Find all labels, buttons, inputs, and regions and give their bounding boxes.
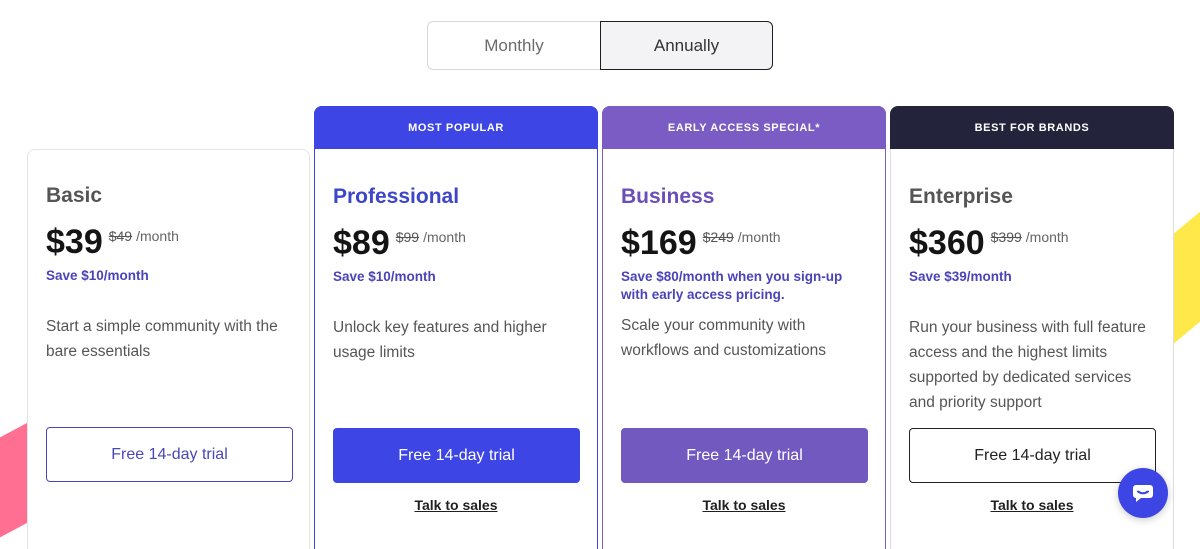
plan-name: Basic (46, 184, 103, 207)
free-trial-button[interactable]: Free 14-day trial (46, 427, 293, 482)
free-trial-button[interactable]: Free 14-day trial (333, 428, 580, 483)
plan-card-business: EARLY ACCESS SPECIAL* Business $169 $249… (602, 106, 886, 549)
free-trial-button[interactable]: Free 14-day trial (909, 428, 1156, 483)
savings-text: Save $10/month (333, 269, 436, 284)
free-trial-button[interactable]: Free 14-day trial (621, 428, 868, 483)
plan-description: Scale your community with workflows and … (621, 317, 827, 359)
savings-text: Save $80/month when you sign-up with ear… (621, 269, 843, 302)
savings-text: Save $39/month (909, 269, 1012, 284)
plan-price: $89 (333, 224, 390, 262)
decorative-yellow-shape (1172, 184, 1200, 346)
price-period: /month (423, 229, 466, 245)
plan-ribbon: BEST FOR BRANDS (890, 106, 1174, 149)
decorative-pink-shape (0, 421, 30, 549)
billing-toggle: Monthly Annually (427, 21, 773, 70)
plan-old-price: $399 (990, 229, 1022, 245)
plan-description: Start a simple community with the bare e… (46, 318, 278, 360)
price-row: $169 $249 /month (621, 224, 867, 264)
price-period: /month (136, 228, 179, 244)
plan-ribbon: MOST POPULAR (314, 106, 598, 149)
price-row: $360 $399 /month (909, 224, 1155, 264)
price-row: $89 $99 /month (333, 224, 579, 264)
annually-toggle-button[interactable]: Annually (600, 21, 773, 70)
plan-description: Run your business with full feature acce… (909, 319, 1146, 411)
plan-old-price: $99 (395, 229, 420, 245)
price-period: /month (1025, 229, 1069, 245)
plan-card-basic: Basic $39 $49 /month Save $10/month Star… (27, 149, 310, 549)
plan-description: Unlock key features and higher usage lim… (333, 319, 547, 361)
plan-old-price: $249 (702, 229, 734, 245)
plan-price: $169 (621, 224, 697, 262)
price-row: $39 $49 /month (46, 223, 291, 263)
monthly-toggle-button[interactable]: Monthly (427, 21, 600, 70)
plan-ribbon: EARLY ACCESS SPECIAL* (602, 106, 886, 149)
plan-price: $360 (909, 224, 985, 262)
plan-name: Enterprise (909, 185, 1013, 208)
talk-to-sales-link[interactable]: Talk to sales (315, 497, 597, 513)
plan-old-price: $49 (108, 228, 133, 244)
chat-launcher-button[interactable] (1118, 468, 1168, 518)
chat-bubble-icon (1133, 485, 1153, 502)
plan-name: Business (621, 185, 715, 208)
savings-text: Save $10/month (46, 268, 149, 283)
plan-name: Professional (333, 185, 460, 208)
price-period: /month (737, 229, 781, 245)
plan-price: $39 (46, 223, 103, 261)
plan-card-professional: MOST POPULAR Professional $89 $99 /month… (314, 106, 598, 549)
talk-to-sales-link[interactable]: Talk to sales (603, 497, 885, 513)
